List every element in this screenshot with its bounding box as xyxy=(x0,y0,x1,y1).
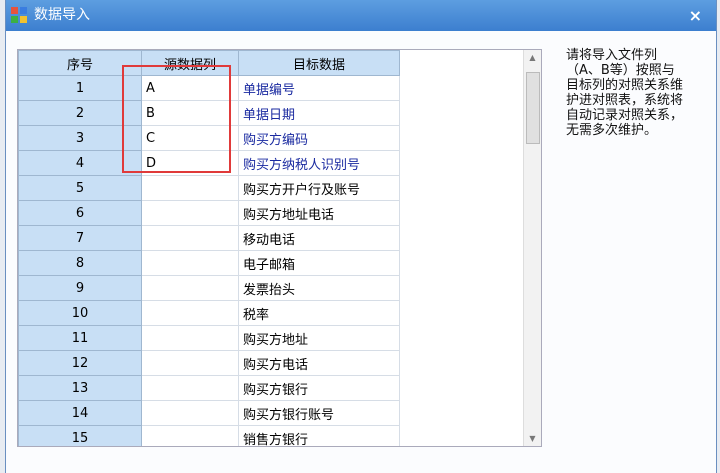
source-cell[interactable] xyxy=(141,400,239,426)
source-cell[interactable] xyxy=(141,250,239,276)
scroll-up-icon[interactable]: ▲ xyxy=(524,53,541,62)
target-cell: 购买方地址电话 xyxy=(238,200,400,226)
table-row[interactable]: 2 B 单据日期 xyxy=(18,100,400,126)
header-source: 源数据列 xyxy=(141,50,239,76)
source-cell[interactable] xyxy=(141,275,239,301)
seq-cell: 12 xyxy=(18,350,142,376)
target-cell: 发票抬头 xyxy=(238,275,400,301)
header-target: 目标数据 xyxy=(238,50,400,76)
table-row[interactable]: 1 A 单据编号 xyxy=(18,75,400,101)
target-cell: 购买方编码 xyxy=(238,125,400,151)
target-cell: 税率 xyxy=(238,300,400,326)
scroll-down-icon[interactable]: ▼ xyxy=(524,434,541,443)
source-cell[interactable] xyxy=(141,175,239,201)
seq-cell: 6 xyxy=(18,200,142,226)
vertical-scrollbar[interactable]: ▲ ▼ xyxy=(523,50,541,446)
source-cell[interactable]: C xyxy=(141,125,239,151)
target-cell: 购买方纳税人识别号 xyxy=(238,150,400,176)
table-row[interactable]: 12 购买方电话 xyxy=(18,350,400,376)
table-row[interactable]: 14 购买方银行账号 xyxy=(18,400,400,426)
source-cell[interactable] xyxy=(141,300,239,326)
target-cell: 单据编号 xyxy=(238,75,400,101)
target-cell: 购买方地址 xyxy=(238,325,400,351)
table-row[interactable]: 13 购买方银行 xyxy=(18,375,400,401)
seq-cell: 1 xyxy=(18,75,142,101)
table-row[interactable]: 11 购买方地址 xyxy=(18,325,400,351)
table-row[interactable]: 9 发票抬头 xyxy=(18,275,400,301)
close-button[interactable]: × xyxy=(689,0,702,31)
seq-cell: 14 xyxy=(18,400,142,426)
source-cell[interactable] xyxy=(141,225,239,251)
source-cell[interactable] xyxy=(141,350,239,376)
target-cell: 单据日期 xyxy=(238,100,400,126)
help-text: 请将导入文件列（A、B等）按照与目标列的对照关系维护进对照表，系统将自动记录对照… xyxy=(566,48,684,138)
seq-cell: 5 xyxy=(18,175,142,201)
table-row[interactable]: 15 销售方银行 xyxy=(18,425,400,446)
source-cell[interactable]: A xyxy=(141,75,239,101)
table-row[interactable]: 4 D 购买方纳税人识别号 xyxy=(18,150,400,176)
seq-cell: 4 xyxy=(18,150,142,176)
seq-cell: 9 xyxy=(18,275,142,301)
seq-cell: 3 xyxy=(18,125,142,151)
target-cell: 销售方银行 xyxy=(238,425,400,446)
source-cell[interactable]: D xyxy=(141,150,239,176)
target-cell: 移动电话 xyxy=(238,225,400,251)
target-cell: 购买方银行账号 xyxy=(238,400,400,426)
source-cell[interactable] xyxy=(141,200,239,226)
source-cell[interactable]: B xyxy=(141,100,239,126)
source-cell[interactable] xyxy=(141,425,239,446)
seq-cell: 8 xyxy=(18,250,142,276)
target-cell: 购买方银行 xyxy=(238,375,400,401)
source-cell[interactable] xyxy=(141,325,239,351)
window-title: 数据导入 xyxy=(34,7,90,23)
seq-cell: 7 xyxy=(18,225,142,251)
seq-cell: 13 xyxy=(18,375,142,401)
table-row[interactable]: 6 购买方地址电话 xyxy=(18,200,400,226)
title-bar: 数据导入 × xyxy=(6,0,716,31)
mapping-grid: 序号 源数据列 目标数据 1 A 单据编号 2 B 单据日期 3 C 购买方编码 4 … xyxy=(17,49,542,447)
import-dialog: 数据导入 × 序号 源数据列 目标数据 1 A 单据编号 2 B 单据日期 3 C … xyxy=(5,0,717,473)
table-row[interactable]: 3 C 购买方编码 xyxy=(18,125,400,151)
table-row[interactable]: 7 移动电话 xyxy=(18,225,400,251)
seq-cell: 15 xyxy=(18,425,142,446)
target-cell: 购买方开户行及账号 xyxy=(238,175,400,201)
table-row[interactable]: 10 税率 xyxy=(18,300,400,326)
table-row[interactable]: 5 购买方开户行及账号 xyxy=(18,175,400,201)
seq-cell: 2 xyxy=(18,100,142,126)
seq-cell: 10 xyxy=(18,300,142,326)
header-seq: 序号 xyxy=(18,50,142,76)
table-row[interactable]: 8 电子邮箱 xyxy=(18,250,400,276)
source-cell[interactable] xyxy=(141,375,239,401)
seq-cell: 11 xyxy=(18,325,142,351)
scroll-thumb[interactable] xyxy=(526,72,540,144)
target-cell: 购买方电话 xyxy=(238,350,400,376)
app-icon xyxy=(11,7,27,23)
target-cell: 电子邮箱 xyxy=(238,250,400,276)
